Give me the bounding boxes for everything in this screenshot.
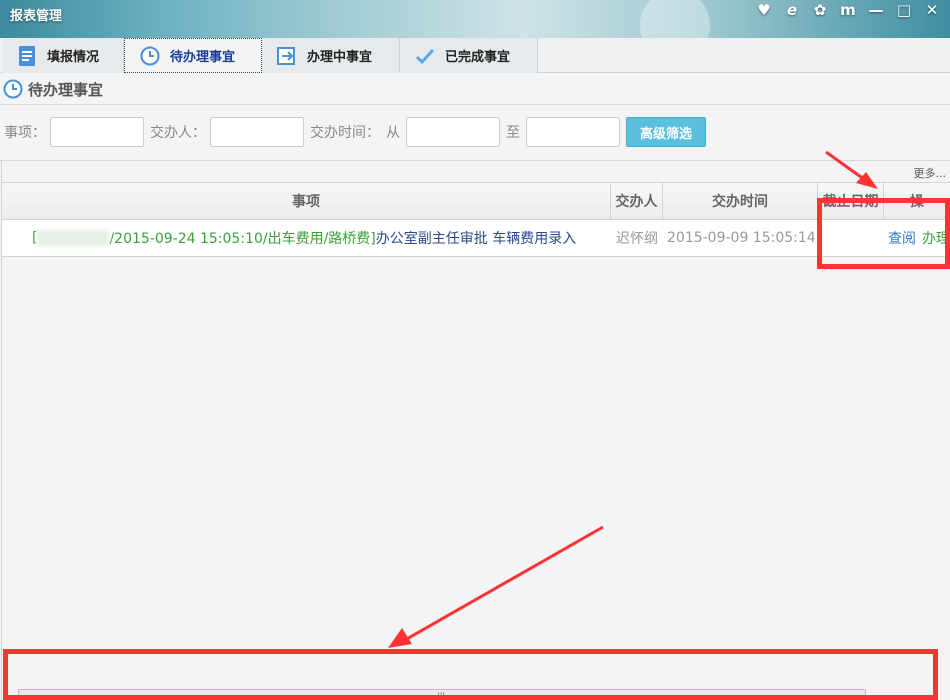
more-link[interactable]: 更多...: [914, 165, 947, 181]
annotation-arrows: [388, 150, 878, 648]
column-header-assigner[interactable]: 交办人: [611, 183, 663, 219]
tab-completed[interactable]: 已完成事宜: [400, 38, 538, 73]
item-input[interactable]: [50, 117, 144, 147]
book-icon[interactable]: m: [836, 0, 860, 20]
advanced-filter-button[interactable]: 高级筛选: [626, 117, 706, 147]
tab-bar: 填报情况 待办理事宜 办理中事宜 已完成事宜: [0, 38, 950, 73]
title-bar: 报表管理 ♥ e ✿ m — □ ✕: [0, 0, 950, 38]
section-header: 待办理事宜: [0, 76, 103, 102]
check-icon: [414, 45, 436, 67]
section-title: 待办理事宜: [28, 80, 104, 99]
assigned-time-cell: 2015-09-09 15:05:14: [667, 230, 816, 246]
divider: [0, 104, 950, 105]
annotation-box-actions: [817, 198, 950, 269]
date-to-input[interactable]: [526, 117, 620, 147]
maximize-icon[interactable]: □: [892, 0, 916, 20]
tab-label: 已完成事宜: [445, 50, 511, 65]
window-title: 报表管理: [10, 9, 63, 24]
item-description: 办公室副主任审批 车辆费用录入: [375, 231, 577, 247]
column-header-assigned-time[interactable]: 交办时间: [663, 183, 818, 219]
table-row: [ /2015-09-24 15:05:10/出车费用/路桥费] 办公室副主任审…: [2, 220, 950, 257]
window-controls: ♥ e ✿ m — □ ✕: [752, 0, 944, 20]
annotation-arrow-top: [825, 150, 869, 184]
ie-icon[interactable]: e: [780, 0, 804, 20]
minimize-icon[interactable]: —: [864, 0, 888, 20]
date-from-input[interactable]: [406, 117, 500, 147]
moon-decoration: [640, 0, 710, 38]
table-header: 事项 交办人 交办时间 截止日期 操: [2, 182, 950, 220]
tab-filled-status[interactable]: 填报情况: [2, 38, 124, 73]
item-cell: [ /2015-09-24 15:05:10/出车费用/路桥费] 办公室副主任审…: [2, 220, 611, 256]
to-label: 至: [506, 125, 520, 141]
tab-label: 待办理事宜: [170, 50, 236, 65]
tab-label: 办理中事宜: [307, 50, 373, 65]
assigner-label: 交办人：: [150, 125, 206, 141]
annotation-box-scrollbar: [3, 649, 938, 700]
assigner-input[interactable]: [210, 117, 304, 147]
tab-pending[interactable]: 待办理事宜: [124, 38, 262, 73]
tab-label: 填报情况: [47, 50, 100, 65]
tab-in-progress[interactable]: 办理中事宜: [262, 38, 400, 73]
from-label: 从: [386, 125, 400, 141]
item-label: 事项：: [4, 125, 46, 141]
clock-icon: [3, 79, 23, 99]
annotation-arrow-bottom: [404, 525, 604, 642]
item-title: /2015-09-24 15:05:10/出车费用/路桥费]: [109, 231, 376, 247]
document-icon: [16, 45, 38, 67]
close-icon[interactable]: ✕: [920, 0, 944, 20]
heart-icon[interactable]: ♥: [752, 0, 776, 20]
annotation-arrowhead-bottom: [388, 628, 412, 648]
clock-icon: [139, 45, 161, 67]
assigner-cell: 迟怀纲: [616, 231, 658, 247]
time-label: 交办时间：: [310, 125, 380, 141]
gear-icon[interactable]: ✿: [808, 0, 832, 20]
forward-icon: [276, 45, 298, 67]
redacted-text: [37, 230, 110, 246]
filter-row: 事项： 交办人： 交办时间： 从 至 高级筛选: [0, 115, 706, 149]
column-header-item[interactable]: 事项: [2, 183, 611, 219]
divider: [0, 160, 950, 161]
